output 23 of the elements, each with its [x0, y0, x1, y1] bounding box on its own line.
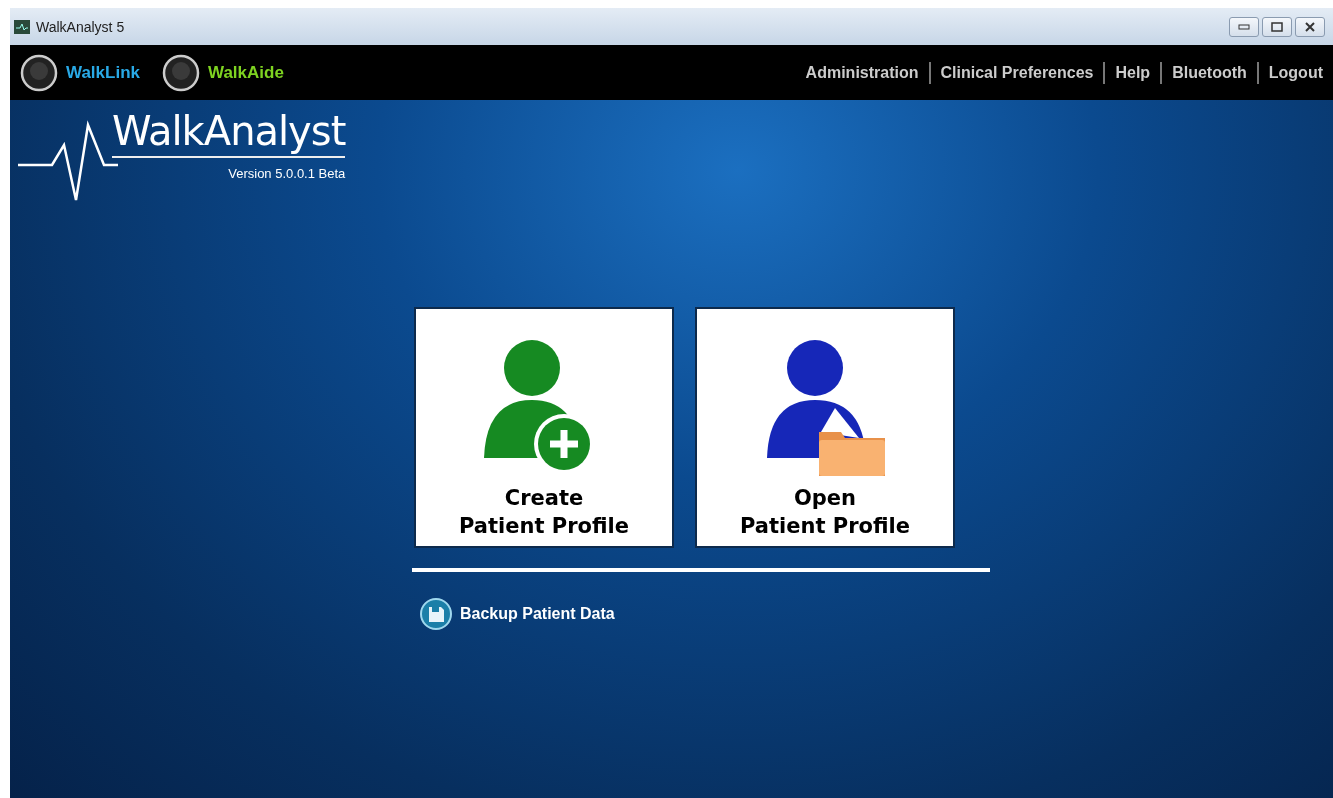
status-light-icon: [162, 53, 200, 92]
profile-tile-button[interactable]: Create Patient Profile: [414, 307, 674, 548]
status-light-icon: [20, 53, 58, 92]
maximize-icon: [1271, 21, 1283, 32]
device-label: WalkLink: [66, 62, 140, 83]
app-icon: [14, 19, 30, 34]
version-label: Version 5.0.0.1 Beta: [228, 166, 346, 181]
menu-link[interactable]: Administration: [805, 63, 919, 82]
app-logo-name: WalkAnalyst: [112, 108, 346, 158]
close-button[interactable]: [1295, 16, 1325, 37]
backup-link[interactable]: Backup Patient Data: [420, 598, 615, 630]
close-icon: [1304, 21, 1316, 32]
window-title: WalkAnalyst 5: [36, 18, 126, 35]
minimize-button[interactable]: [1229, 16, 1259, 37]
menu-link[interactable]: Logout: [1268, 63, 1323, 82]
device-label: WalkAide: [208, 62, 284, 83]
minimize-icon: [1238, 23, 1250, 30]
menu-link[interactable]: Bluetooth: [1172, 63, 1247, 82]
menu-link[interactable]: Help: [1115, 63, 1151, 82]
floppy-disk-icon: [420, 598, 452, 630]
menu-link[interactable]: Clinical Preferences: [940, 63, 1094, 82]
profile-tile-button[interactable]: Open Patient Profile: [695, 307, 955, 548]
maximize-button[interactable]: [1262, 16, 1292, 37]
